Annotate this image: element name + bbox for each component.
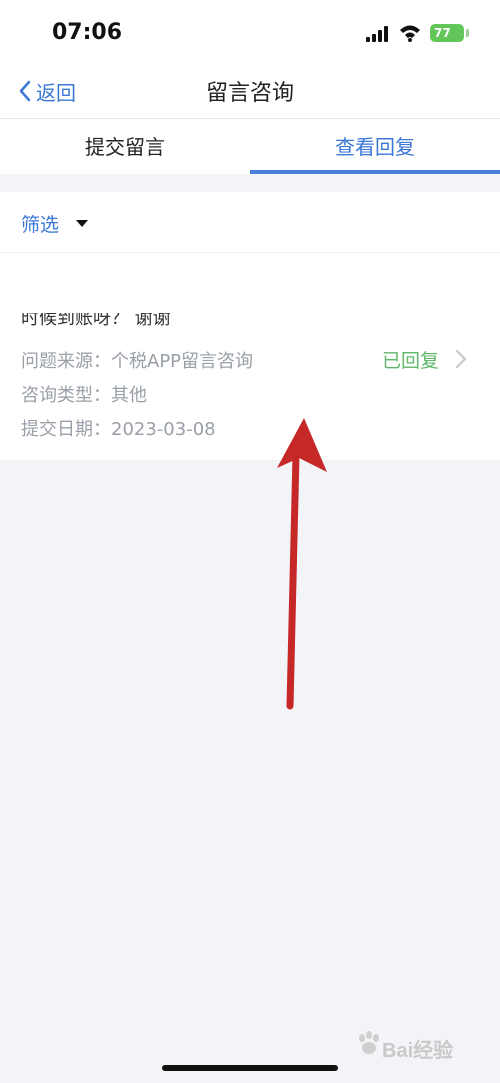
question-source-row: 问题来源：个税APP留言咨询 [21, 347, 253, 373]
submit-date-value: 2023-03-08 [111, 419, 216, 440]
cellular-signal-icon [366, 26, 388, 42]
tab-submit-message[interactable]: 提交留言 [0, 119, 250, 174]
message-content: 时候到账呀？ 谢谢 [21, 313, 231, 327]
inquiry-type-row: 咨询类型：其他 [21, 381, 147, 407]
status-bar: 07:06 77 [0, 0, 500, 66]
inquiry-type-label: 咨询类型： [21, 385, 111, 406]
navigation-bar: 返回 留言咨询 [0, 66, 500, 119]
chevron-right-icon[interactable] [455, 349, 467, 369]
status-time: 07:06 [52, 20, 123, 45]
message-card[interactable]: 时候到账呀？ 谢谢 问题来源：个税APP留言咨询 咨询类型：其他 提交日期：20… [0, 253, 500, 460]
inquiry-type-value: 其他 [111, 385, 147, 406]
tab-bar: 提交留言 查看回复 [0, 119, 500, 174]
caret-down-icon[interactable] [76, 220, 88, 227]
paw-logo-icon [359, 1031, 379, 1054]
submit-date-row: 提交日期：2023-03-08 [21, 415, 216, 441]
active-tab-indicator [250, 170, 500, 174]
status-badge: 已回复 [382, 350, 440, 372]
watermark-text: Bai经验 [382, 1040, 454, 1062]
question-source-value: 个税APP留言咨询 [111, 351, 254, 372]
battery-tip [466, 29, 469, 37]
home-indicator[interactable] [162, 1065, 338, 1071]
battery-icon: 77 [430, 24, 464, 42]
submit-date-label: 提交日期： [21, 419, 111, 440]
page-title: 留言咨询 [205, 81, 294, 106]
message-content-text: 时候到账呀？ 谢谢 [21, 313, 171, 327]
tab-view-replies[interactable]: 查看回复 [250, 119, 500, 174]
question-source-label: 问题来源： [21, 351, 111, 372]
baidu-jingyan-watermark: Bai经验 [356, 1028, 476, 1062]
filter-dropdown[interactable]: 筛选 [21, 210, 59, 237]
filter-bar: 筛选 [0, 192, 500, 253]
wifi-icon [400, 25, 420, 42]
